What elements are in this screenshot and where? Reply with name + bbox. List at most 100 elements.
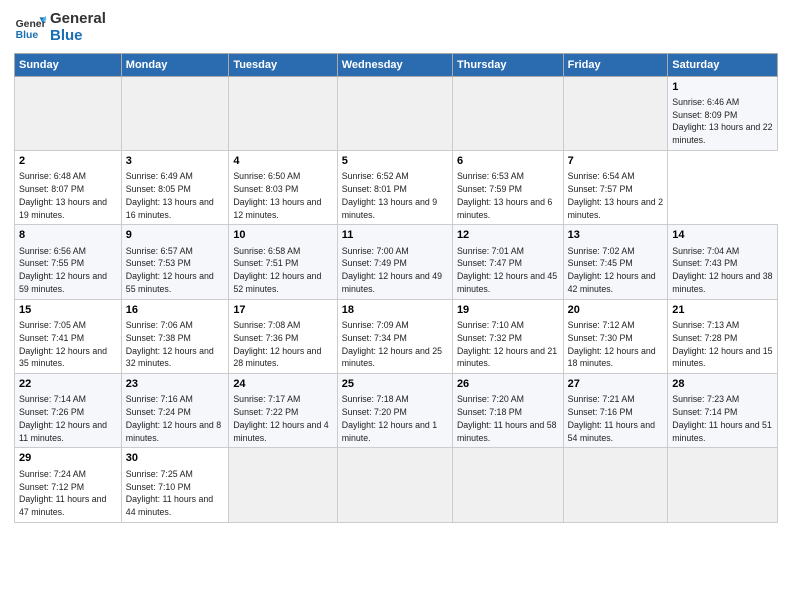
column-header-sunday: Sunday (15, 53, 122, 76)
empty-cell (229, 76, 337, 150)
day-number: 11 (342, 228, 448, 243)
calendar-week-1: 1Sunrise: 6:46 AMSunset: 8:09 PMDaylight… (15, 76, 778, 150)
logo: General Blue General Blue (14, 10, 106, 45)
calendar-cell-day-4: 4Sunrise: 6:50 AMSunset: 8:03 PMDaylight… (229, 150, 337, 224)
calendar-cell-day-25: 25Sunrise: 7:18 AMSunset: 7:20 PMDayligh… (337, 374, 452, 448)
calendar-cell-day-24: 24Sunrise: 7:17 AMSunset: 7:22 PMDayligh… (229, 374, 337, 448)
calendar-cell-day-10: 10Sunrise: 6:58 AMSunset: 7:51 PMDayligh… (229, 225, 337, 299)
calendar-cell-day-26: 26Sunrise: 7:20 AMSunset: 7:18 PMDayligh… (452, 374, 563, 448)
cell-info: Sunrise: 7:20 AMSunset: 7:18 PMDaylight:… (457, 393, 559, 444)
day-number: 7 (568, 154, 664, 169)
empty-cell (337, 448, 452, 522)
day-number: 30 (126, 451, 225, 466)
cell-info: Sunrise: 7:23 AMSunset: 7:14 PMDaylight:… (672, 393, 773, 444)
column-header-tuesday: Tuesday (229, 53, 337, 76)
calendar-cell-day-6: 6Sunrise: 6:53 AMSunset: 7:59 PMDaylight… (452, 150, 563, 224)
day-number: 3 (126, 154, 225, 169)
calendar-body: 1Sunrise: 6:46 AMSunset: 8:09 PMDaylight… (15, 76, 778, 522)
empty-cell (563, 448, 668, 522)
cell-info: Sunrise: 6:53 AMSunset: 7:59 PMDaylight:… (457, 170, 559, 221)
day-number: 17 (233, 303, 332, 318)
calendar-cell-day-5: 5Sunrise: 6:52 AMSunset: 8:01 PMDaylight… (337, 150, 452, 224)
cell-info: Sunrise: 6:57 AMSunset: 7:53 PMDaylight:… (126, 245, 225, 296)
calendar-cell-day-18: 18Sunrise: 7:09 AMSunset: 7:34 PMDayligh… (337, 299, 452, 373)
column-header-thursday: Thursday (452, 53, 563, 76)
cell-info: Sunrise: 7:10 AMSunset: 7:32 PMDaylight:… (457, 319, 559, 370)
cell-info: Sunrise: 6:48 AMSunset: 8:07 PMDaylight:… (19, 170, 117, 221)
day-number: 26 (457, 377, 559, 392)
day-number: 2 (19, 154, 117, 169)
day-number: 24 (233, 377, 332, 392)
empty-cell (121, 76, 229, 150)
cell-info: Sunrise: 7:13 AMSunset: 7:28 PMDaylight:… (672, 319, 773, 370)
calendar-cell-day-13: 13Sunrise: 7:02 AMSunset: 7:45 PMDayligh… (563, 225, 668, 299)
calendar-cell-day-19: 19Sunrise: 7:10 AMSunset: 7:32 PMDayligh… (452, 299, 563, 373)
cell-info: Sunrise: 7:09 AMSunset: 7:34 PMDaylight:… (342, 319, 448, 370)
calendar-cell-day-23: 23Sunrise: 7:16 AMSunset: 7:24 PMDayligh… (121, 374, 229, 448)
empty-cell (15, 76, 122, 150)
cell-info: Sunrise: 6:46 AMSunset: 8:09 PMDaylight:… (672, 96, 773, 147)
column-header-friday: Friday (563, 53, 668, 76)
calendar-cell-day-14: 14Sunrise: 7:04 AMSunset: 7:43 PMDayligh… (668, 225, 778, 299)
day-number: 22 (19, 377, 117, 392)
cell-info: Sunrise: 7:04 AMSunset: 7:43 PMDaylight:… (672, 245, 773, 296)
empty-cell (668, 448, 778, 522)
day-number: 23 (126, 377, 225, 392)
empty-cell (337, 76, 452, 150)
cell-info: Sunrise: 6:58 AMSunset: 7:51 PMDaylight:… (233, 245, 332, 296)
day-number: 25 (342, 377, 448, 392)
calendar-cell-day-12: 12Sunrise: 7:01 AMSunset: 7:47 PMDayligh… (452, 225, 563, 299)
cell-info: Sunrise: 6:54 AMSunset: 7:57 PMDaylight:… (568, 170, 664, 221)
cell-info: Sunrise: 7:12 AMSunset: 7:30 PMDaylight:… (568, 319, 664, 370)
day-number: 28 (672, 377, 773, 392)
cell-info: Sunrise: 7:06 AMSunset: 7:38 PMDaylight:… (126, 319, 225, 370)
calendar-cell-day-15: 15Sunrise: 7:05 AMSunset: 7:41 PMDayligh… (15, 299, 122, 373)
logo-icon: General Blue (14, 11, 46, 43)
calendar-cell-day-21: 21Sunrise: 7:13 AMSunset: 7:28 PMDayligh… (668, 299, 778, 373)
cell-info: Sunrise: 6:49 AMSunset: 8:05 PMDaylight:… (126, 170, 225, 221)
day-number: 6 (457, 154, 559, 169)
column-header-monday: Monday (121, 53, 229, 76)
calendar-week-4: 15Sunrise: 7:05 AMSunset: 7:41 PMDayligh… (15, 299, 778, 373)
column-header-wednesday: Wednesday (337, 53, 452, 76)
column-header-saturday: Saturday (668, 53, 778, 76)
day-number: 13 (568, 228, 664, 243)
day-number: 29 (19, 451, 117, 466)
calendar-cell-day-8: 8 Sunrise: 6:56 AMSunset: 7:55 PMDaylight… (15, 225, 122, 299)
svg-text:Blue: Blue (16, 30, 39, 41)
logo-blue: Blue (50, 27, 106, 44)
calendar-cell-day-20: 20Sunrise: 7:12 AMSunset: 7:30 PMDayligh… (563, 299, 668, 373)
empty-cell (452, 76, 563, 150)
calendar-table: SundayMondayTuesdayWednesdayThursdayFrid… (14, 53, 778, 523)
calendar-cell-day-16: 16Sunrise: 7:06 AMSunset: 7:38 PMDayligh… (121, 299, 229, 373)
calendar-header-row: SundayMondayTuesdayWednesdayThursdayFrid… (15, 53, 778, 76)
cell-info: Sunrise: 7:21 AMSunset: 7:16 PMDaylight:… (568, 393, 664, 444)
cell-info: Sunrise: 7:18 AMSunset: 7:20 PMDaylight:… (342, 393, 448, 444)
calendar-cell-day-1: 1Sunrise: 6:46 AMSunset: 8:09 PMDaylight… (668, 76, 778, 150)
day-number: 15 (19, 303, 117, 318)
cell-info: Sunrise: 7:17 AMSunset: 7:22 PMDaylight:… (233, 393, 332, 444)
empty-cell (563, 76, 668, 150)
day-number: 1 (672, 80, 773, 95)
calendar-cell-day-11: 11 Sunrise: 7:00 AMSunset: 7:49 PMDayligh… (337, 225, 452, 299)
calendar-cell-day-2: 2Sunrise: 6:48 AMSunset: 8:07 PMDaylight… (15, 150, 122, 224)
calendar-week-5: 22Sunrise: 7:14 AMSunset: 7:26 PMDayligh… (15, 374, 778, 448)
cell-info: Sunrise: 7:16 AMSunset: 7:24 PMDaylight:… (126, 393, 225, 444)
cell-info: Sunrise: 7:00 AMSunset: 7:49 PMDaylight:… (342, 245, 448, 296)
calendar-week-2: 2Sunrise: 6:48 AMSunset: 8:07 PMDaylight… (15, 150, 778, 224)
cell-info: Sunrise: 6:50 AMSunset: 8:03 PMDaylight:… (233, 170, 332, 221)
day-number: 4 (233, 154, 332, 169)
calendar-cell-day-30: 30 Sunrise: 7:25 AMSunset: 7:10 PMDayligh… (121, 448, 229, 522)
day-number: 12 (457, 228, 559, 243)
day-number: 8 (19, 228, 117, 243)
cell-info: Sunrise: 7:08 AMSunset: 7:36 PMDaylight:… (233, 319, 332, 370)
page-container: General Blue General Blue SundayMondayTu… (0, 0, 792, 529)
empty-cell (229, 448, 337, 522)
cell-info: Sunrise: 7:25 AMSunset: 7:10 PMDaylight:… (126, 468, 225, 519)
day-number: 20 (568, 303, 664, 318)
calendar-cell-day-17: 17Sunrise: 7:08 AMSunset: 7:36 PMDayligh… (229, 299, 337, 373)
calendar-cell-day-3: 3Sunrise: 6:49 AMSunset: 8:05 PMDaylight… (121, 150, 229, 224)
cell-info: Sunrise: 6:56 AMSunset: 7:55 PMDaylight:… (19, 245, 117, 296)
day-number: 27 (568, 377, 664, 392)
calendar-cell-day-22: 22Sunrise: 7:14 AMSunset: 7:26 PMDayligh… (15, 374, 122, 448)
